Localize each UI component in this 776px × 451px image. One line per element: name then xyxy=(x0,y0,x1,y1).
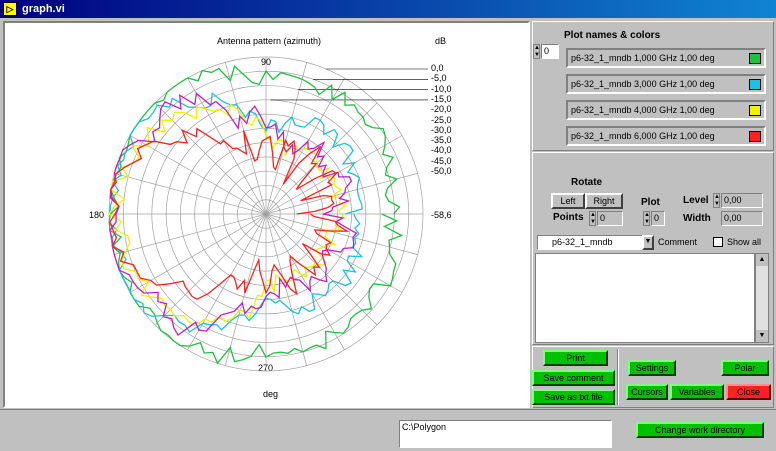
comment-textarea[interactable] xyxy=(535,253,755,343)
chevron-down-icon[interactable]: ▼ xyxy=(642,235,654,250)
change-work-directory-button[interactable]: Change work directory xyxy=(636,422,764,438)
plot-color-swatch[interactable] xyxy=(749,131,761,142)
level-label: Level xyxy=(683,195,709,206)
bottom-bar: C:\Polygon Change work directory xyxy=(0,409,776,451)
polar-grid-spoke xyxy=(225,62,267,215)
points-spinner[interactable]: ▲ ▼ xyxy=(589,211,596,226)
polar-grid-spoke xyxy=(187,77,267,215)
points-label: Points xyxy=(553,212,584,223)
close-button[interactable]: Close xyxy=(726,384,771,400)
work-directory-path[interactable]: C:\Polygon xyxy=(399,420,612,448)
plot-legend-label: p6-32_1_mndb 1,000 GHz 1,00 deg xyxy=(571,53,715,63)
plot-spinner[interactable]: ▲ ▼ xyxy=(643,211,650,226)
polar-plot[interactable] xyxy=(5,23,528,406)
plot-legend-item-4[interactable]: p6-32_1_mndb 6,000 GHz 1,00 deg xyxy=(566,126,766,146)
rotate-label: Rotate xyxy=(571,177,603,188)
show-all-label: Show all xyxy=(727,237,762,247)
show-all-checkbox[interactable] xyxy=(713,237,723,247)
rotate-right-button[interactable]: Right xyxy=(585,193,623,209)
application-window: ▷ graph.vi Antenna pattern (azimuth) dB … xyxy=(0,0,776,451)
save-txt-button[interactable]: Save as txt file xyxy=(532,389,615,405)
scroll-up-icon[interactable]: ▲ xyxy=(756,254,768,266)
settings-button[interactable]: Settings xyxy=(628,360,676,376)
plot-color-swatch[interactable] xyxy=(749,79,761,90)
comment-scrollbar[interactable]: ▲ ▼ xyxy=(755,253,769,343)
title-bar: ▷ graph.vi xyxy=(0,0,776,18)
plot-field[interactable]: 0 xyxy=(651,211,665,226)
scroll-down-icon[interactable]: ▼ xyxy=(756,330,768,342)
plot-legend-item-2[interactable]: p6-32_1_mndb 3,000 GHz 1,00 deg xyxy=(566,74,766,94)
plot-legend-label: p6-32_1_mndb 4,000 GHz 1,00 deg xyxy=(571,105,715,115)
polar-grid-spoke xyxy=(154,102,267,215)
level-spinner[interactable]: ▲ ▼ xyxy=(713,193,720,208)
actions-divider xyxy=(617,349,619,405)
polar-grid-spoke xyxy=(265,213,307,366)
file-select[interactable]: p6-32_1_mndb xyxy=(537,235,643,250)
rotate-left-button[interactable]: Left xyxy=(551,193,585,209)
level-field[interactable]: 0,00 xyxy=(721,193,763,208)
window-title: graph.vi xyxy=(22,3,65,15)
polar-grid-spoke xyxy=(114,213,267,255)
polar-grid-spoke xyxy=(265,62,307,215)
trace-1ghz xyxy=(108,65,404,365)
legend-index-field[interactable]: 0 xyxy=(541,44,559,59)
cursors-button[interactable]: Cursors xyxy=(626,384,668,400)
save-comment-button[interactable]: Save comment xyxy=(532,370,615,386)
polar-graph-panel: Antenna pattern (azimuth) dB 90 180 270 … xyxy=(3,21,530,408)
plot-legend-label: p6-32_1_mndb 3,000 GHz 1,00 deg xyxy=(571,79,715,89)
width-field[interactable]: 0,00 xyxy=(721,211,763,226)
width-label: Width xyxy=(683,213,711,224)
plot-legend-item-1[interactable]: p6-32_1_mndb 1,000 GHz 1,00 deg xyxy=(566,48,766,68)
comment-label: Comment xyxy=(658,237,698,247)
polar-grid-spoke xyxy=(265,102,378,215)
plot-legend-item-3[interactable]: p6-32_1_mndb 4,000 GHz 1,00 deg xyxy=(566,100,766,120)
variables-button[interactable]: Variables xyxy=(670,384,724,400)
plot-color-swatch[interactable] xyxy=(749,105,761,116)
points-field[interactable]: 0 xyxy=(597,211,623,226)
polar-grid-spoke xyxy=(114,173,267,215)
plot-color-swatch[interactable] xyxy=(749,53,761,64)
print-button[interactable]: Print xyxy=(543,350,608,366)
plot-legend-header: Plot names & colors xyxy=(564,30,661,41)
polar-button[interactable]: Polar xyxy=(721,360,769,376)
plot-label: Plot xyxy=(641,197,660,208)
labview-vi-icon: ▷ xyxy=(3,2,17,16)
polar-grid-spoke xyxy=(265,213,345,351)
legend-index-spinner[interactable]: ▲ ▼ xyxy=(533,44,540,59)
plot-legend-label: p6-32_1_mndb 6,000 GHz 1,00 deg xyxy=(571,131,715,141)
controls-panel: Rotate Left Right Points ▲ ▼ 0 Plot ▲ ▼ 0 … xyxy=(532,152,774,345)
